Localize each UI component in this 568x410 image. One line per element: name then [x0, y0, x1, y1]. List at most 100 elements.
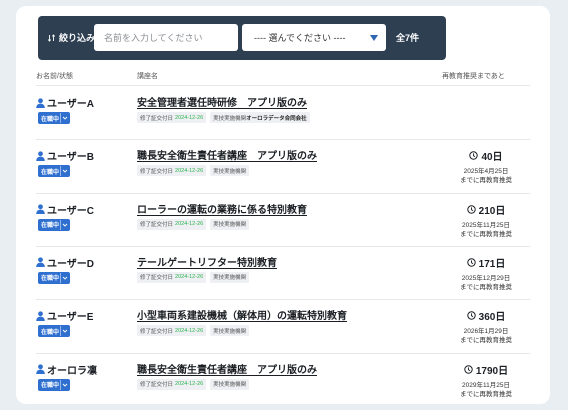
days-remaining: 171日 [444, 255, 528, 270]
due-date: 2029年11月25日 [462, 381, 510, 389]
issue-date-label: 修了証交付日 [140, 168, 174, 175]
table-row: ユーザーC 在職中 ローラーの運転の業務に係る特別教育 修了証交付日 2024-… [16, 193, 550, 246]
course-link[interactable]: 職長安全衛生責任者講座 アプリ版のみ [137, 361, 317, 376]
days-remaining-text: 210日 [478, 205, 506, 217]
org-tag: 実技実施機関 [210, 325, 250, 337]
issue-date-value: 2024-12-26 [175, 381, 204, 387]
chevron-down-icon [60, 379, 69, 390]
issue-date-tag: 修了証交付日 2024-12-26 [137, 218, 207, 230]
user-icon [36, 97, 45, 108]
filter-label: 絞り込み [48, 31, 95, 44]
user-name[interactable]: ユーザーA [36, 95, 94, 110]
issue-date-label: 修了証交付日 [140, 382, 174, 388]
days-remaining-text: 171日 [478, 258, 506, 270]
org-tag: 実技実施機関 [210, 271, 250, 283]
course-link[interactable]: ローラーの運転の業務に係る特別教育 [137, 201, 307, 216]
user-name[interactable]: ユーザーE [36, 308, 93, 323]
user-name[interactable]: ユーザーC [36, 202, 94, 217]
org-label: 実技実施機関 [213, 222, 247, 229]
header-due: 再教育推奨まであと [442, 73, 505, 80]
table-row: ユーザーB 在職中 職長安全衛生責任者講座 アプリ版のみ 修了証交付日 2024… [16, 139, 550, 192]
header-name: お名前/状態 [36, 73, 73, 80]
filter-bar: 絞り込み ---- 選んでください ---- 全7件 [38, 16, 446, 60]
user-name-text: オーロラ凛 [47, 365, 97, 377]
status-dropdown[interactable]: 在職中 [38, 218, 70, 231]
org-name: オーロラデータ合同会社 [246, 115, 307, 122]
org-label: 実技実施機関 [213, 275, 247, 282]
table-row: ユーザーD 在職中 テールゲートリフター特別教育 修了証交付日 2024-12-… [16, 246, 550, 299]
table-row: オーロラ凛 在職中 職長安全衛生責任者講座 アプリ版のみ 修了証交付日 2024… [16, 353, 550, 405]
due-date: 2026年1月29日 [463, 328, 509, 336]
issue-date-tag: 修了証交付日 2024-12-26 [137, 165, 207, 177]
user-name-text: ユーザーA [47, 99, 95, 110]
due-note: までに再教育推奨 [460, 390, 512, 398]
org-tag: 実技実施機関 [210, 378, 250, 390]
user-name-text: ユーザーE [47, 312, 94, 324]
clock-icon [466, 204, 476, 214]
issue-date-value: 2024-12-26 [175, 274, 204, 281]
due-info: 1790日 2029年11月25日 までに再教育推奨 [444, 362, 528, 399]
issue-date-tag: 修了証交付日 2024-12-26 [137, 271, 207, 283]
org-tag: 実技実施機関 [210, 218, 250, 230]
user-icon [36, 311, 45, 321]
user-name[interactable]: オーロラ凛 [36, 362, 97, 377]
course-tags: 修了証交付日 2024-12-26 実技実施機関 [137, 165, 250, 177]
issue-date-tag: 修了証交付日 2024-12-26 [137, 112, 207, 123]
status-text: 在職中 [41, 116, 60, 123]
table-row: ユーザーA 在職中 安全管理者選任時研修 アプリ版のみ 修了証交付日 2024-… [16, 86, 550, 139]
status-dropdown[interactable]: 在職中 [38, 378, 70, 391]
course-tags: 修了証交付日 2024-12-26 実技実施機関 [137, 271, 250, 283]
status-text: 在職中 [41, 169, 60, 176]
issue-date-label: 修了証交付日 [140, 328, 174, 335]
course-tags: 修了証交付日 2024-12-26 実技実施機関 [137, 325, 250, 337]
status-dropdown[interactable]: 在職中 [38, 271, 70, 284]
due-info: 171日 2025年12月29日 までに再教育推奨 [444, 255, 528, 292]
due-info: 40日 2025年4月25日 までに再教育推奨 [444, 148, 528, 185]
user-icon [36, 204, 45, 215]
user-icon [36, 257, 45, 268]
course-tags: 修了証交付日 2024-12-26 実技実施機関 オーロラデータ合同会社 [137, 112, 310, 123]
due-note: までに再教育推奨 [460, 177, 512, 185]
user-name-text: ユーザーD [47, 258, 95, 270]
issue-date-tag: 修了証交付日 2024-12-26 [137, 378, 207, 390]
chevron-down-icon [60, 219, 69, 230]
days-remaining: 1790日 [444, 362, 528, 377]
course-link[interactable]: 安全管理者選任時研修 アプリ版のみ [137, 94, 307, 109]
user-name[interactable]: ユーザーD [36, 255, 94, 270]
due-note: までに再教育推奨 [460, 230, 512, 238]
course-link[interactable]: 小型車両系建設機械（解体用）の運転特別教育 [137, 307, 347, 322]
days-remaining-text: 40日 [481, 152, 503, 164]
issue-date-value: 2024-12-26 [175, 167, 204, 174]
course-link[interactable]: 職長安全衛生責任者講座 アプリ版のみ [137, 147, 317, 162]
header-course: 講座名 [137, 73, 158, 80]
course-link[interactable]: テールゲートリフター特別教育 [137, 254, 277, 269]
status-dropdown[interactable]: 在職中 [38, 325, 70, 338]
status-dropdown[interactable]: 在職中 [38, 165, 70, 178]
category-select[interactable]: ---- 選んでください ---- [242, 24, 386, 51]
result-count: 全7件 [396, 33, 420, 43]
issue-date-label: 修了証交付日 [140, 115, 174, 122]
days-remaining: 210日 [444, 202, 528, 217]
sort-filter-icon [48, 33, 56, 42]
user-name[interactable]: ユーザーB [36, 148, 94, 163]
due-info: 210日 2025年11月25日 までに再教育推奨 [444, 202, 528, 239]
user-name-text: ユーザーC [47, 205, 95, 217]
name-search-input[interactable] [94, 24, 238, 51]
org-label: 実技実施機関 [213, 168, 247, 175]
days-remaining-text: 1790日 [475, 365, 509, 377]
clock-icon [466, 258, 476, 267]
clock-icon [464, 364, 473, 374]
due-date: 2025年4月25日 [463, 168, 509, 176]
clock-icon [469, 151, 479, 160]
course-tags: 修了証交付日 2024-12-26 実技実施機関 [137, 378, 250, 390]
issue-date-label: 修了証交付日 [140, 275, 174, 282]
org-tag: 実技実施機関 [210, 165, 250, 177]
category-select-value: ---- 選んでください ---- [254, 33, 346, 43]
org-label: 実技実施機関 [213, 328, 247, 335]
status-dropdown[interactable]: 在職中 [38, 112, 70, 124]
issue-date-tag: 修了証交付日 2024-12-26 [137, 325, 207, 337]
chevron-down-icon [60, 326, 69, 337]
due-note: までに再教育推奨 [460, 283, 512, 291]
org-label: 実技実施機関 [213, 382, 247, 388]
status-text: 在職中 [41, 223, 60, 230]
